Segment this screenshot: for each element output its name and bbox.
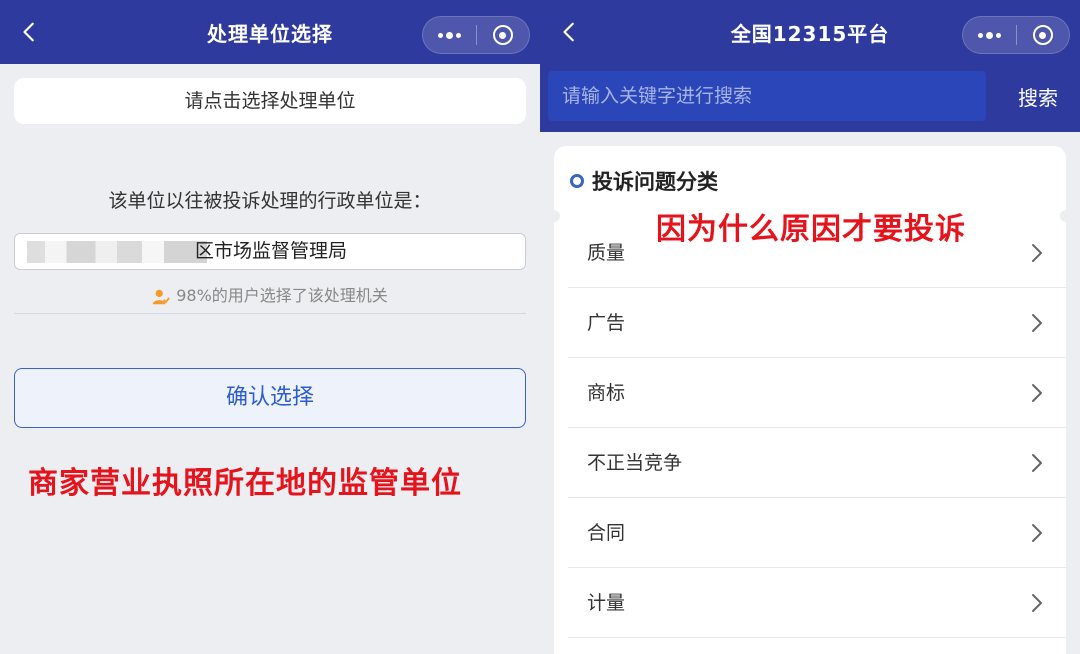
search-button[interactable]: 搜索 [1018, 82, 1058, 111]
divider [14, 313, 526, 314]
percent-text: 98%的用户选择了该处理机关 [176, 286, 388, 305]
list-item[interactable]: 合同 [568, 498, 1066, 568]
category-label: 质量 [587, 242, 626, 264]
list-item[interactable]: 商标 [568, 358, 1066, 428]
chevron-right-icon [1032, 384, 1042, 402]
user-icon [153, 289, 171, 304]
redacted-area [27, 241, 207, 263]
user-percent-hint: 98%的用户选择了该处理机关 [0, 282, 540, 306]
category-label: 不正当竞争 [587, 452, 683, 474]
annotation-text: 因为什么原因才要投诉 [656, 212, 966, 247]
left-screen: 处理单位选择 请点击选择处理单位 该单位以往被投诉处理的行政单位是： 区市场监督… [0, 0, 540, 654]
more-dots-icon[interactable] [423, 17, 476, 53]
section-title: 投诉问题分类 [592, 170, 718, 194]
navigation-bar: 处理单位选择 [0, 0, 540, 64]
confirm-button[interactable]: 确认选择 [14, 368, 526, 428]
category-label: 广告 [587, 312, 626, 334]
chevron-right-icon [1032, 454, 1042, 472]
close-miniprogram-icon[interactable] [1017, 17, 1070, 53]
chevron-right-icon [1032, 314, 1042, 332]
category-card: 投诉问题分类 质量 广告 商标 不正当竞争 合同 计量 因为什么原因才要投诉 [548, 146, 1072, 654]
category-label: 计量 [587, 592, 626, 614]
category-label: 商标 [587, 382, 626, 404]
search-input[interactable]: 请输入关键字进行搜索 [548, 71, 986, 121]
list-item[interactable]: 广告 [568, 288, 1066, 358]
category-label: 合同 [587, 522, 626, 544]
right-screen: 全国12315平台 请输入关键字进行搜索 搜索 投诉问题分类 质量 广告 商标 … [540, 0, 1080, 654]
list-item[interactable]: 计量 [568, 568, 1066, 638]
category-list: 质量 广告 商标 不正当竞争 合同 计量 [568, 218, 1066, 638]
chevron-right-icon [1032, 244, 1042, 262]
chevron-right-icon [1032, 594, 1042, 612]
select-department-button[interactable]: 请点击选择处理单位 [14, 78, 526, 124]
search-bar: 请输入关键字进行搜索 搜索 [540, 64, 1080, 132]
department-name: 区市场监督管理局 [195, 240, 348, 262]
annotation-text: 商家营业执照所在地的监管单位 [28, 466, 462, 501]
miniprogram-capsule [962, 16, 1070, 54]
navigation-bar: 全国12315平台 [540, 0, 1080, 64]
close-miniprogram-icon[interactable] [477, 17, 530, 53]
list-item[interactable]: 不正当竞争 [568, 428, 1066, 498]
bullet-icon [570, 174, 584, 188]
more-dots-icon[interactable] [963, 17, 1016, 53]
back-icon[interactable] [556, 18, 584, 46]
section-header: 投诉问题分类 [570, 166, 718, 196]
department-field[interactable]: 区市场监督管理局 [14, 233, 526, 270]
chevron-right-icon [1032, 524, 1042, 542]
hint-text: 该单位以往被投诉处理的行政单位是： [108, 190, 432, 212]
miniprogram-capsule [422, 16, 530, 54]
back-icon[interactable] [16, 18, 44, 46]
